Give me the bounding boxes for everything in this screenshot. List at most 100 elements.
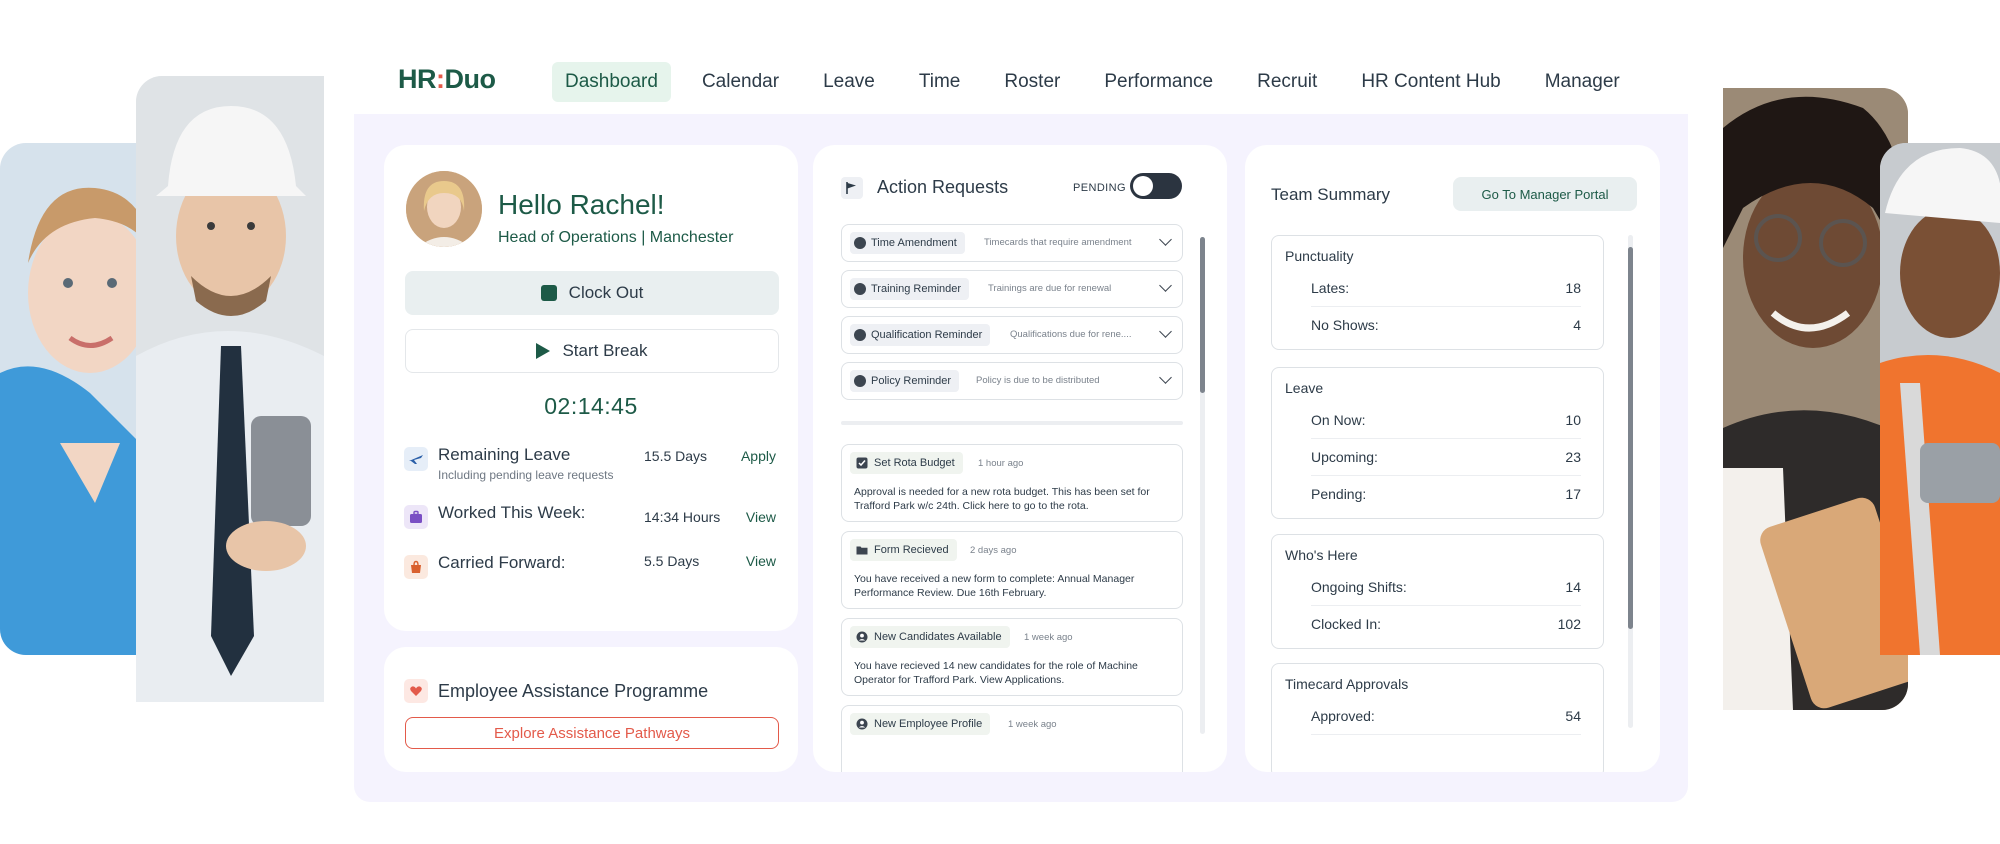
notification-new-employee-profile[interactable]: New Employee Profile 1 week ago (841, 705, 1183, 772)
notification-time: 1 week ago (1024, 632, 1073, 643)
group-whos-here: Who's Here Ongoing Shifts: 14 Clocked In:… (1271, 534, 1604, 649)
notification-set-rota-budget[interactable]: Set Rota Budget 1 hour ago Approval is n… (841, 444, 1183, 522)
request-tag: Training Reminder (850, 278, 970, 300)
profile-card: Hello Rachel! Head of Operations | Manch… (384, 145, 798, 631)
row-label: On Now: (1311, 412, 1366, 428)
clock-out-button[interactable]: Clock Out (405, 271, 779, 315)
start-break-label: Start Break (562, 341, 648, 360)
row-label: Clocked In: (1311, 616, 1382, 632)
toggle-knob (1133, 176, 1153, 196)
summary-row: On Now: 10 (1311, 402, 1581, 439)
scrollbar-thumb[interactable] (1628, 247, 1633, 629)
request-tag: Qualification Reminder (850, 324, 991, 346)
action-requests-card: Action Requests PENDING Time Amendment T… (813, 145, 1227, 772)
team-summary-card: Team Summary Go To Manager Portal Punctu… (1245, 145, 1660, 772)
nav-dashboard[interactable]: Dashboard (552, 62, 671, 102)
stat-carried-forward: Carried Forward: 5.5 Days View (404, 553, 780, 593)
nav-manager[interactable]: Manager (1532, 62, 1633, 102)
action-requests-title: Action Requests (877, 177, 1009, 197)
pending-label: PENDING (1073, 182, 1126, 194)
row-value: 18 (1565, 280, 1581, 296)
notification-tag-label: Set Rota Budget (874, 457, 955, 469)
apply-link[interactable]: Apply (741, 448, 776, 464)
notification-tag: Form Recieved (850, 539, 957, 561)
request-training-reminder[interactable]: Training Reminder Trainings are due for … (841, 270, 1183, 308)
row-value: 14 (1565, 579, 1581, 595)
shift-timer: 02:14:45 (544, 393, 638, 419)
chevron-down-icon[interactable] (1159, 371, 1172, 384)
group-title: Leave (1285, 380, 1324, 396)
nav-leave[interactable]: Leave (810, 62, 888, 102)
row-label: Pending: (1311, 486, 1367, 502)
group-timecard-approvals: Timecard Approvals Approved: 54 (1271, 663, 1604, 772)
notification-form-received[interactable]: Form Recieved 2 days ago You have receiv… (841, 531, 1183, 609)
explore-assistance-button[interactable]: Explore Assistance Pathways (405, 717, 779, 749)
request-description: Qualifications due for rene.... (1010, 329, 1132, 340)
user-icon (856, 718, 868, 730)
nav-performance[interactable]: Performance (1091, 62, 1226, 102)
group-punctuality: Punctuality Lates: 18 No Shows: 4 (1271, 235, 1604, 350)
row-value: 54 (1565, 708, 1581, 724)
start-break-button[interactable]: Start Break (405, 329, 779, 373)
summary-row: No Shows: 4 (1311, 307, 1581, 344)
eap-title: Employee Assistance Programme (438, 681, 709, 701)
stat-worked-this-week: Worked This Week: 14:34 Hours View (404, 503, 780, 543)
view-link[interactable]: View (746, 509, 776, 525)
group-title: Who's Here (1285, 547, 1358, 563)
notification-tag-label: Form Recieved (874, 544, 949, 556)
notification-tag-label: New Candidates Available (874, 631, 1002, 643)
briefcase-icon (404, 505, 428, 529)
request-qualification-reminder[interactable]: Qualification Reminder Qualifications du… (841, 316, 1183, 354)
team-summary-title: Team Summary (1271, 185, 1391, 204)
stat-label: Remaining Leave (438, 445, 571, 464)
chevron-down-icon[interactable] (1159, 325, 1172, 338)
go-to-manager-portal-button[interactable]: Go To Manager Portal (1453, 177, 1637, 211)
nav-recruit[interactable]: Recruit (1244, 62, 1330, 102)
row-value: 10 (1565, 412, 1581, 428)
greeting-heading: Hello Rachel! (498, 189, 665, 220)
action-requests-scrollbar[interactable] (1200, 237, 1205, 734)
nav-hr-content-hub[interactable]: HR Content Hub (1348, 62, 1513, 102)
scrollbar-thumb[interactable] (1200, 237, 1205, 393)
engineer-photo (136, 76, 324, 702)
bag-icon (404, 555, 428, 579)
nav-roster[interactable]: Roster (991, 62, 1073, 102)
stat-value: 5.5 Days (644, 553, 700, 569)
user-role: Head of Operations | Manchester (498, 229, 734, 246)
hrduo-logo[interactable]: HR:Duo (398, 64, 496, 95)
view-link[interactable]: View (746, 553, 776, 569)
stat-label: Carried Forward: (438, 553, 566, 572)
nav-calendar[interactable]: Calendar (689, 62, 792, 102)
row-label: Lates: (1311, 280, 1350, 296)
heart-hand-icon (404, 679, 428, 703)
nav-time[interactable]: Time (906, 62, 974, 102)
request-tag-label: Time Amendment (871, 237, 957, 249)
flag-icon (841, 177, 863, 199)
play-icon (536, 343, 551, 359)
avatar[interactable] (406, 171, 482, 247)
request-status-icon (854, 283, 866, 295)
group-leave: Leave On Now: 10 Upcoming: 23 Pending: 17 (1271, 367, 1604, 519)
section-divider (841, 421, 1183, 425)
chevron-down-icon[interactable] (1159, 279, 1172, 292)
notification-new-candidates[interactable]: New Candidates Available 1 week ago You … (841, 618, 1183, 696)
chevron-down-icon[interactable] (1159, 233, 1172, 246)
summary-row: Upcoming: 23 (1311, 439, 1581, 476)
worker-photo (1880, 143, 2000, 655)
checkbox-icon (856, 457, 868, 469)
group-title: Timecard Approvals (1285, 676, 1409, 692)
stat-remaining-leave: Remaining Leave Including pending leave … (404, 445, 780, 485)
notification-body: You have received a new form to complete… (854, 573, 1135, 599)
notification-tag: New Candidates Available (850, 626, 1010, 648)
request-description: Trainings are due for renewal (988, 283, 1112, 294)
team-summary-scrollbar[interactable] (1628, 235, 1633, 728)
request-policy-reminder[interactable]: Policy Reminder Policy is due to be dist… (841, 362, 1183, 400)
request-tag-label: Qualification Reminder (871, 329, 983, 341)
pending-toggle[interactable] (1130, 173, 1182, 199)
row-label: Ongoing Shifts: (1311, 579, 1407, 595)
row-value: 23 (1565, 449, 1581, 465)
summary-row: Clocked In: 102 (1311, 606, 1581, 643)
nav-menu: Dashboard Calendar Leave Time Roster Per… (552, 62, 1651, 102)
notification-tag-label: New Employee Profile (874, 718, 983, 730)
request-time-amendment[interactable]: Time Amendment Timecards that require am… (841, 224, 1183, 262)
